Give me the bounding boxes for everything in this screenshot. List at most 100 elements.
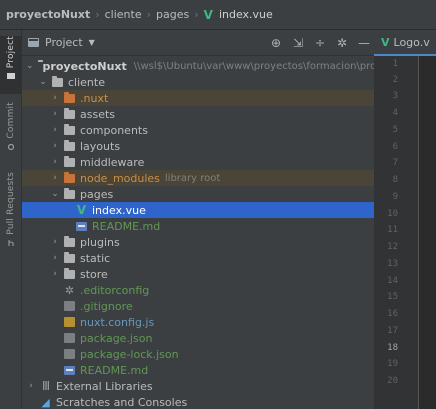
tree-item-layouts[interactable]: › layouts bbox=[22, 138, 374, 154]
chevron-down-icon[interactable]: ▼ bbox=[89, 38, 95, 47]
tree-item-package-lock[interactable]: package-lock.json bbox=[22, 346, 374, 362]
tab-pull-requests-label: Pull Requests bbox=[6, 172, 16, 235]
tree-item-label: index.vue bbox=[92, 203, 146, 217]
chevron-right-icon[interactable]: › bbox=[26, 381, 36, 391]
tree-item-static[interactable]: › static bbox=[22, 250, 374, 266]
line-number: 11 bbox=[387, 225, 398, 235]
breadcrumb: proyectoNuxt › cliente › pages › V index… bbox=[0, 0, 436, 30]
collapse-all-icon[interactable]: ÷ bbox=[314, 37, 326, 49]
vue-file-icon: V bbox=[203, 7, 213, 22]
chevron-right-icon[interactable]: › bbox=[50, 157, 60, 167]
line-number: 14 bbox=[387, 276, 398, 286]
tree-item-index-vue[interactable]: V index.vue bbox=[22, 202, 374, 218]
tab-commit[interactable]: Commit bbox=[0, 102, 22, 162]
tree-item-store[interactable]: › store bbox=[22, 266, 374, 282]
chevron-down-icon[interactable]: ⌄ bbox=[26, 61, 34, 71]
tree-item-label: middleware bbox=[80, 155, 145, 169]
tree-item-label: plugins bbox=[80, 235, 120, 249]
tree-item-label: node_modules bbox=[80, 171, 160, 185]
line-number: 19 bbox=[387, 359, 398, 369]
tree-item-label: External Libraries bbox=[56, 379, 153, 393]
tab-commit-label: Commit bbox=[6, 102, 16, 139]
tool-window-strip: Project Commit Pull Requests bbox=[0, 30, 22, 409]
line-number: 2 bbox=[392, 75, 398, 85]
chevron-right-icon[interactable]: › bbox=[50, 173, 60, 183]
folder-icon bbox=[64, 107, 75, 119]
chevron-down-icon[interactable]: ⌄ bbox=[38, 77, 48, 87]
tree-item-package-json[interactable]: package.json bbox=[22, 330, 374, 346]
tab-pull-requests[interactable]: Pull Requests bbox=[0, 172, 22, 252]
breadcrumb-item-file[interactable]: index.vue bbox=[219, 8, 273, 21]
chevron-right-icon: › bbox=[194, 8, 199, 21]
tree-item-label: Scratches and Consoles bbox=[56, 395, 188, 409]
chevron-right-icon[interactable]: › bbox=[50, 109, 60, 119]
chevron-right-icon[interactable]: › bbox=[50, 93, 60, 103]
line-number: 17 bbox=[387, 326, 398, 336]
tree-item-external-libraries[interactable]: › ||| External Libraries bbox=[22, 378, 374, 394]
line-number: 10 bbox=[387, 209, 398, 219]
tree-item-label: .gitignore bbox=[80, 299, 133, 313]
tree-item-middleware[interactable]: › middleware bbox=[22, 154, 374, 170]
tree-item-readme-pages[interactable]: README.md bbox=[22, 218, 374, 234]
tree-item-nuxt-config[interactable]: nuxt.config.js bbox=[22, 314, 374, 330]
line-number: 12 bbox=[387, 242, 398, 252]
tree-item-label: nuxt.config.js bbox=[80, 315, 155, 329]
tree-item-node-modules[interactable]: › node_modules library root bbox=[22, 170, 374, 186]
folder-icon bbox=[64, 91, 75, 103]
library-root-hint: library root bbox=[164, 172, 221, 184]
tree-item-pages[interactable]: ⌄ pages bbox=[22, 186, 374, 202]
line-number: 7 bbox=[392, 158, 398, 168]
folder-icon bbox=[64, 251, 75, 263]
tab-project[interactable]: Project bbox=[0, 36, 22, 94]
line-number: 4 bbox=[392, 108, 398, 118]
expand-all-icon[interactable]: ⇲ bbox=[292, 37, 304, 49]
breadcrumb-item-cliente[interactable]: cliente bbox=[105, 8, 142, 21]
tree-item-label: .editorconfig bbox=[80, 283, 150, 297]
chevron-right-icon[interactable]: › bbox=[50, 253, 60, 263]
markdown-file-icon bbox=[64, 365, 75, 375]
hide-icon[interactable]: — bbox=[358, 37, 370, 49]
vue-file-icon: V bbox=[381, 35, 390, 49]
line-number: 16 bbox=[387, 309, 398, 319]
line-number-gutter: 1 2 3 4 5 6 7 8 9 10 11 12 13 14 15 16 1… bbox=[374, 56, 418, 409]
tree-item-root[interactable]: ⌄ proyectoNuxt \\wsl$\Ubuntu\var\www\pro… bbox=[22, 58, 428, 74]
breadcrumb-item-project[interactable]: proyectoNuxt bbox=[6, 8, 90, 21]
tree-item-scratches[interactable]: ◢ Scratches and Consoles bbox=[22, 394, 374, 409]
project-panel-header: Project ▼ ⊕ ⇲ ÷ ✲ — bbox=[22, 30, 374, 56]
tree-item-plugins[interactable]: › plugins bbox=[22, 234, 374, 250]
tree-item-label: cliente bbox=[68, 75, 105, 89]
chevron-right-icon[interactable]: › bbox=[50, 237, 60, 247]
commit-icon bbox=[7, 143, 15, 150]
tree-item-label: package-lock.json bbox=[80, 347, 179, 361]
line-number: 20 bbox=[387, 376, 398, 386]
panel-toolbar: ⊕ ⇲ ÷ ✲ — bbox=[270, 30, 370, 56]
line-number: 6 bbox=[392, 142, 398, 152]
editor-tab[interactable]: V Logo.v bbox=[374, 30, 436, 56]
chevron-right-icon[interactable]: › bbox=[50, 269, 60, 279]
line-number: 1 bbox=[392, 59, 398, 69]
editor-area: V Logo.v 1 2 3 4 5 6 7 8 9 10 11 12 13 1… bbox=[374, 30, 436, 409]
folder-icon bbox=[7, 73, 15, 80]
tree-item-cliente[interactable]: ⌄ cliente bbox=[22, 74, 374, 90]
editor-tab-label: Logo.v bbox=[393, 35, 430, 49]
json-file-icon bbox=[64, 333, 75, 343]
tree-item-label: README.md bbox=[80, 363, 149, 377]
js-file-icon bbox=[64, 317, 75, 327]
line-number-current: 18 bbox=[387, 343, 398, 353]
tree-item-components[interactable]: › components bbox=[22, 122, 374, 138]
folder-icon bbox=[64, 171, 75, 183]
tree-item-assets[interactable]: › assets bbox=[22, 106, 374, 122]
tree-item-gitignore[interactable]: .gitignore bbox=[22, 298, 374, 314]
tree-item-editorconfig[interactable]: ✲ .editorconfig bbox=[22, 282, 374, 298]
tree-item-readme-root[interactable]: README.md bbox=[22, 362, 374, 378]
chevron-right-icon[interactable]: › bbox=[50, 125, 60, 135]
tree-item-label: proyectoNuxt bbox=[42, 59, 127, 73]
project-view-selector[interactable]: Project bbox=[45, 36, 83, 49]
locate-icon[interactable]: ⊕ bbox=[270, 37, 282, 49]
tree-item-nuxt[interactable]: › .nuxt bbox=[22, 90, 374, 106]
gear-icon[interactable]: ✲ bbox=[336, 37, 348, 49]
breadcrumb-item-pages[interactable]: pages bbox=[156, 8, 189, 21]
chevron-down-icon[interactable]: ⌄ bbox=[50, 189, 60, 199]
chevron-right-icon[interactable]: › bbox=[50, 141, 60, 151]
scratches-icon: ◢ bbox=[41, 395, 50, 409]
